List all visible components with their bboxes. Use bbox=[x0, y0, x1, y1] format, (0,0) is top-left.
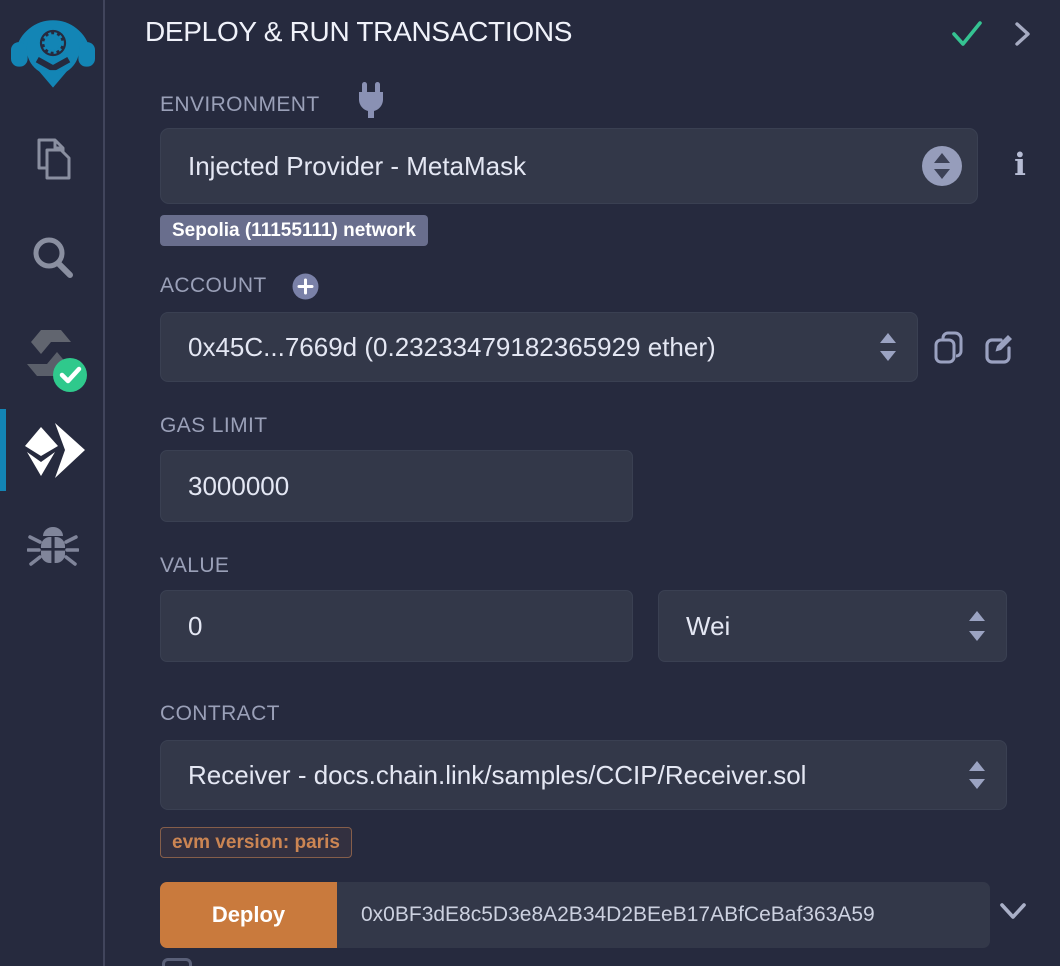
search-icon[interactable] bbox=[0, 230, 105, 286]
deploy-expand-chevron-icon[interactable] bbox=[998, 900, 1028, 922]
gas-limit-input[interactable] bbox=[160, 450, 633, 522]
network-badge: Sepolia (11155111) network bbox=[160, 215, 428, 246]
deploy-run-icon[interactable] bbox=[0, 420, 105, 482]
environment-selected-value: Injected Provider - MetaMask bbox=[188, 151, 957, 182]
remix-logo-icon bbox=[0, 8, 105, 92]
plug-icon[interactable] bbox=[352, 80, 390, 122]
deploy-button[interactable]: Deploy bbox=[160, 882, 337, 948]
publish-to-ipfs-checkbox[interactable] bbox=[162, 958, 192, 966]
value-input[interactable] bbox=[160, 590, 633, 662]
contract-selected-value: Receiver - docs.chain.link/samples/CCIP/… bbox=[188, 760, 968, 791]
environment-label: ENVIRONMENT bbox=[160, 93, 320, 117]
environment-ok-check-icon bbox=[950, 19, 984, 49]
solidity-compiler-icon[interactable] bbox=[0, 322, 105, 394]
deploy-constructor-arg-input[interactable] bbox=[337, 882, 990, 948]
copy-account-icon[interactable] bbox=[932, 330, 966, 366]
environment-info-icon[interactable]: i bbox=[1006, 147, 1034, 183]
evm-version-badge: evm version: paris bbox=[160, 827, 352, 858]
account-selected-value: 0x45C...7669d (0.23233479182365929 ether… bbox=[188, 332, 879, 363]
value-unit-selected: Wei bbox=[686, 611, 968, 642]
account-updown-icon bbox=[879, 331, 897, 363]
account-select[interactable]: 0x45C...7669d (0.23233479182365929 ether… bbox=[160, 312, 918, 382]
page-title: DEPLOY & RUN TRANSACTIONS bbox=[145, 16, 572, 48]
account-label: ACCOUNT bbox=[160, 274, 267, 298]
contract-label: CONTRACT bbox=[160, 702, 280, 726]
gas-limit-label: GAS LIMIT bbox=[160, 414, 267, 438]
add-account-plus-icon[interactable] bbox=[292, 273, 319, 300]
value-unit-select[interactable]: Wei bbox=[658, 590, 1007, 662]
contract-updown-icon bbox=[968, 759, 986, 791]
remix-deploy-run-panel: DEPLOY & RUN TRANSACTIONS ENVIRONMENT In… bbox=[0, 0, 1060, 966]
file-explorer-icon[interactable] bbox=[0, 132, 105, 188]
contract-select[interactable]: Receiver - docs.chain.link/samples/CCIP/… bbox=[160, 740, 1007, 810]
collapse-panel-chevron-icon[interactable] bbox=[1010, 20, 1034, 48]
value-unit-updown-icon bbox=[968, 609, 986, 643]
environment-stepper-icon[interactable] bbox=[921, 145, 963, 187]
environment-select[interactable]: Injected Provider - MetaMask bbox=[160, 128, 978, 204]
value-label: VALUE bbox=[160, 554, 229, 578]
edit-account-icon[interactable] bbox=[983, 330, 1017, 366]
icon-sidebar bbox=[0, 0, 105, 966]
debugger-bug-icon[interactable] bbox=[0, 518, 105, 576]
